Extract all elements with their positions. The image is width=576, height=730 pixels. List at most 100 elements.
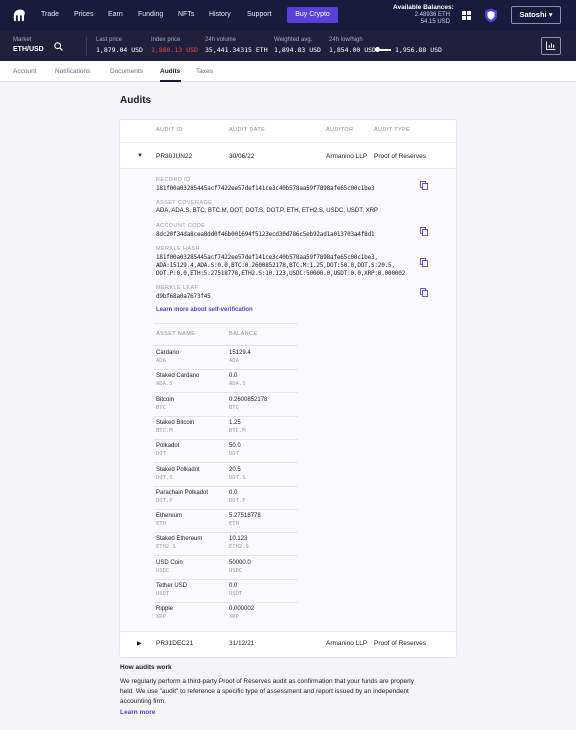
merkle-hash-label: MERKLE HASH xyxy=(156,246,200,252)
ticker-divider xyxy=(86,37,87,56)
chart-button[interactable] xyxy=(541,37,561,55)
market-label: Market xyxy=(13,37,32,43)
asset-symbol: BTC xyxy=(156,404,166,411)
asset-symbol: XRP xyxy=(156,614,166,621)
index-price-label: Index price xyxy=(151,37,181,43)
asset-balance: 0.000002 xyxy=(229,606,255,613)
asset-name: Staked Cardano xyxy=(156,373,200,380)
how-audits-work-title: How audits work xyxy=(120,664,172,671)
asset-symbol: DOT.S xyxy=(156,474,173,481)
balances-title[interactable]: Available Balances: xyxy=(393,4,454,11)
volume-label: 24h volume xyxy=(205,37,237,43)
divider xyxy=(154,578,298,580)
tab-audits[interactable]: Audits xyxy=(160,68,180,75)
tab-documents[interactable]: Documents xyxy=(110,68,143,75)
asset-balance: 5.27518778 xyxy=(229,513,261,520)
learn-more-link[interactable]: Learn more xyxy=(120,709,155,716)
balance-usd: 54.15 USD xyxy=(420,19,450,25)
copy-icon[interactable] xyxy=(420,227,428,236)
divider xyxy=(120,631,456,632)
nav-link-trade[interactable]: Trade xyxy=(41,11,59,18)
asset-name: Bitcoin xyxy=(156,396,175,403)
market-pair[interactable]: ETH/USD xyxy=(13,46,44,53)
search-icon[interactable] xyxy=(54,42,63,51)
asset-name: Cardano xyxy=(156,350,180,356)
how-audits-text: accounting firm. xyxy=(120,698,166,705)
asset-coverage-value: ADA, ADA.S, BTC, BTC.M, DOT, DOT.S, DOT.… xyxy=(156,208,378,214)
chart-icon xyxy=(546,41,556,50)
self-verification-link[interactable]: Learn more about self-verification xyxy=(156,307,253,313)
high-value: 1,956.88 USD xyxy=(395,46,442,54)
nav-link-earn[interactable]: Earn xyxy=(108,11,123,18)
nav-link-nfts[interactable]: NFTs xyxy=(178,11,194,18)
asset-name: Ripple xyxy=(156,606,174,613)
asset-symbol: ETH xyxy=(156,521,166,528)
audit-date: 30/06/22 xyxy=(229,153,255,160)
asset-balance-symbol: ETH xyxy=(229,521,239,528)
asset-balance-symbol: BTC xyxy=(229,404,239,411)
kraken-logo-icon[interactable] xyxy=(13,9,27,22)
asset-balance: 15129.4 xyxy=(229,350,251,356)
expand-caret-icon[interactable]: ▶ xyxy=(137,640,142,647)
index-price-value: 1,880.13 USD xyxy=(151,46,198,54)
auditor: Armanino LLP xyxy=(326,153,368,160)
collapse-caret-icon[interactable]: ▼ xyxy=(137,153,143,159)
buy-crypto-button[interactable]: Buy Crypto xyxy=(287,7,338,23)
audit-id: PR31DEC21 xyxy=(156,640,194,647)
asset-balance: 0.0 xyxy=(229,489,238,496)
divider xyxy=(154,555,298,557)
shield-icon[interactable] xyxy=(484,8,498,23)
tab-account[interactable]: Account xyxy=(13,68,37,75)
divider xyxy=(154,602,298,603)
asset-balance: 50000.0 xyxy=(229,559,251,566)
divider xyxy=(154,369,298,370)
asset-name: USD Coin xyxy=(156,559,183,566)
asset-coverage-label: ASSET COVERAGE xyxy=(156,200,213,206)
nav-link-support[interactable]: Support xyxy=(247,11,272,18)
apps-grid-icon[interactable] xyxy=(462,11,471,20)
page-title: Audits xyxy=(120,95,152,106)
asset-balance-symbol: USDT xyxy=(229,591,243,597)
divider xyxy=(120,142,456,143)
account-code-label: ACCOUNT CODE xyxy=(156,223,206,229)
asset-name: Staked Bitcoin xyxy=(156,419,195,426)
asset-symbol: DOT xyxy=(156,451,166,458)
active-tab-indicator xyxy=(160,80,181,82)
chevron-down-icon: ▾ xyxy=(548,10,553,19)
tab-taxes[interactable]: Taxes xyxy=(196,68,213,75)
volume-value: 35,441.34315 ETH xyxy=(205,46,268,54)
divider xyxy=(154,392,298,394)
asset-balance: 50.0 xyxy=(229,443,241,450)
asset-symbol: USDC xyxy=(156,567,170,574)
record-id-label: RECORD ID xyxy=(156,177,191,183)
asset-balance: 0.0 xyxy=(229,583,238,589)
asset-balance-symbol: XRP xyxy=(229,614,239,621)
low-high-label: 24h low/high xyxy=(329,37,363,43)
record-id-value: 181f00a03285445acf7422ee57def141ce3c40b5… xyxy=(156,185,375,192)
copy-icon[interactable] xyxy=(420,258,428,267)
nav-link-funding[interactable]: Funding xyxy=(138,11,163,18)
merkle-hash-line: ADA:15129.4,ADA.S:0.0,BTC:0.2600852178,B… xyxy=(156,262,395,269)
settings-tabs: Account Notifications Documents Audits T… xyxy=(0,61,576,82)
tab-notifications[interactable]: Notifications xyxy=(55,68,90,75)
audit-type: Proof of Reserves xyxy=(374,153,427,160)
header-auditor: AUDITOR xyxy=(326,127,354,133)
asset-balance-symbol: DOT xyxy=(229,451,239,458)
asset-balance: 1.25 xyxy=(229,419,241,426)
divider xyxy=(154,415,298,417)
asset-balance-symbol: ETH2.S xyxy=(229,544,249,551)
account-menu-button[interactable]: Satoshi ▾ xyxy=(511,6,561,24)
nav-link-history[interactable]: History xyxy=(209,11,231,18)
asset-symbol: DOT.P xyxy=(156,497,173,504)
nav-link-prices[interactable]: Prices xyxy=(74,11,93,18)
header-asset-name: ASSET NAME xyxy=(156,331,196,337)
copy-icon[interactable] xyxy=(420,288,428,297)
header-balance: BALANCE xyxy=(229,331,258,337)
asset-name: Tether USD xyxy=(156,583,188,589)
asset-symbol: ETH2.S xyxy=(156,544,176,551)
last-price-value: 1,879.04 USD xyxy=(96,46,143,54)
divider xyxy=(154,508,298,510)
asset-balance: 10.123 xyxy=(229,536,248,543)
asset-balance: 0.0 xyxy=(229,373,238,380)
copy-icon[interactable] xyxy=(420,181,428,190)
